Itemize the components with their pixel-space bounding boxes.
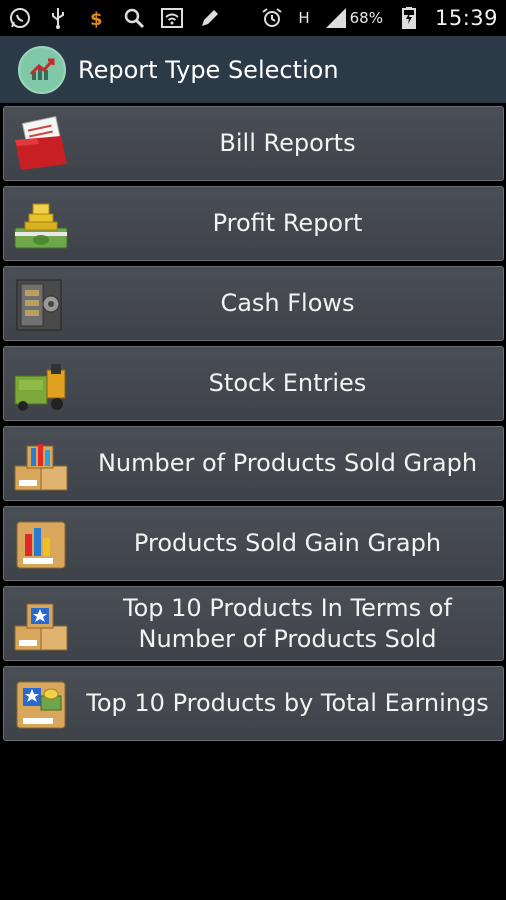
report-label: Products Sold Gain Graph [133, 529, 442, 557]
report-label: Top 10 Products by Total Earnings [86, 689, 489, 717]
report-item-profit-report[interactable]: Profit Report [3, 186, 504, 261]
report-item-cash-flows[interactable]: Cash Flows [3, 266, 504, 341]
forklift-icon [10, 353, 72, 415]
report-item-products-sold-gain-graph[interactable]: Products Sold Gain Graph [3, 506, 504, 581]
status-bar: $ H 68% 15:39 [0, 0, 506, 36]
signal-icon [324, 6, 348, 30]
page-title: Report Type Selection [78, 55, 339, 84]
safe-icon [10, 273, 72, 335]
report-label: Profit Report [212, 209, 363, 237]
report-item-top-10-products-total-earnings[interactable]: Top 10 Products by Total Earnings [3, 666, 504, 741]
dollar-app-icon: $ [84, 6, 108, 30]
network-type-label: H [298, 9, 310, 27]
report-item-stock-entries[interactable]: Stock Entries [3, 346, 504, 421]
report-label: Stock Entries [208, 369, 367, 397]
money-gold-icon [10, 193, 72, 255]
clock: 15:39 [434, 6, 498, 30]
folder-bills-icon [10, 113, 72, 175]
report-item-top-10-products-number-sold[interactable]: Top 10 Products In Terms of Number of Pr… [3, 586, 504, 661]
report-label: Number of Products Sold Graph [97, 449, 478, 477]
report-label: Cash Flows [220, 289, 355, 317]
report-item-bill-reports[interactable]: Bill Reports [3, 106, 504, 181]
box-star-money-icon [10, 673, 72, 735]
chart-arrow-icon[interactable] [18, 45, 66, 94]
report-label: Top 10 Products In Terms of Number of Pr… [123, 593, 452, 653]
boxes-star-icon [10, 593, 72, 655]
battery-charging-icon [397, 6, 421, 30]
usb-icon [46, 6, 70, 30]
whatsapp-icon [8, 6, 32, 30]
svg-text:$: $ [90, 9, 103, 30]
report-label: Bill Reports [219, 129, 356, 157]
search-icon [122, 6, 146, 30]
alarm-icon [260, 6, 284, 30]
boxes-chart-icon [10, 433, 72, 495]
box-chart-icon [10, 513, 72, 575]
pencil-icon [198, 6, 222, 30]
wifi-box-icon [160, 6, 184, 30]
battery-percent: 68% [349, 9, 383, 27]
action-bar: Report Type Selection [0, 36, 506, 103]
report-item-number-of-products-sold-graph[interactable]: Number of Products Sold Graph [3, 426, 504, 501]
